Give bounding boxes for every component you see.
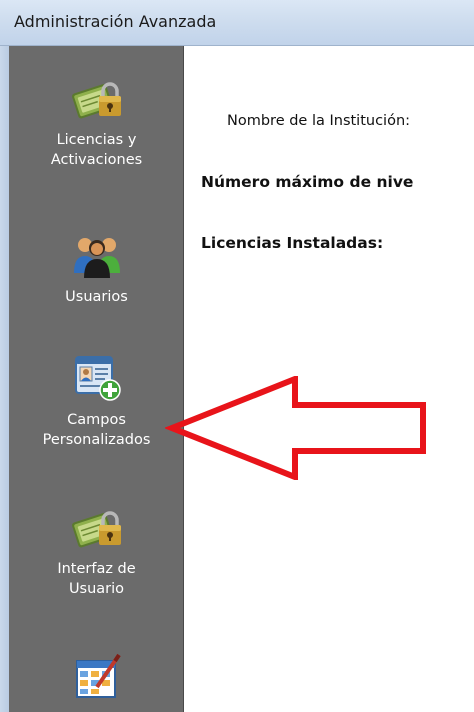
sidebar-item-custom-fields[interactable]: Campos Personalizados xyxy=(9,354,184,450)
installed-licenses-label: Licencias Instaladas: xyxy=(201,234,384,252)
sidebar-item-label: Usuarios xyxy=(65,289,128,305)
red-annotation-arrow xyxy=(165,376,426,480)
institution-name-label: Nombre de la Institución: xyxy=(227,113,411,129)
add-custom-field-icon xyxy=(74,356,121,401)
sidebar-item-edit-layout[interactable] xyxy=(9,653,184,709)
sidebar-item-label: Campos Personalizados xyxy=(42,412,151,448)
sidebar-item-label: Licencias y Activaciones xyxy=(50,132,143,168)
edit-grid-icon xyxy=(75,653,121,698)
users-group-icon xyxy=(73,238,120,278)
sidebar: Licencias y Activaciones Usuarios Campos… xyxy=(9,46,184,712)
window-title: Administración Avanzada xyxy=(14,12,217,31)
license-lock-icon xyxy=(71,511,121,548)
sidebar-item-users[interactable]: Usuarios xyxy=(9,231,184,307)
sidebar-item-label: Interfaz de Usuario xyxy=(57,561,136,597)
sidebar-item-user-interface[interactable]: Interfaz de Usuario xyxy=(9,503,184,599)
max-levels-label: Número máximo de nive xyxy=(201,173,414,191)
sidebar-item-licenses[interactable]: Licencias y Activaciones xyxy=(9,74,184,170)
window-frame-left xyxy=(0,46,9,712)
admin-window: Administración Avanzada Licencias y Acti xyxy=(0,0,474,712)
title-bar[interactable]: Administración Avanzada xyxy=(0,0,474,46)
license-lock-icon xyxy=(71,82,121,119)
